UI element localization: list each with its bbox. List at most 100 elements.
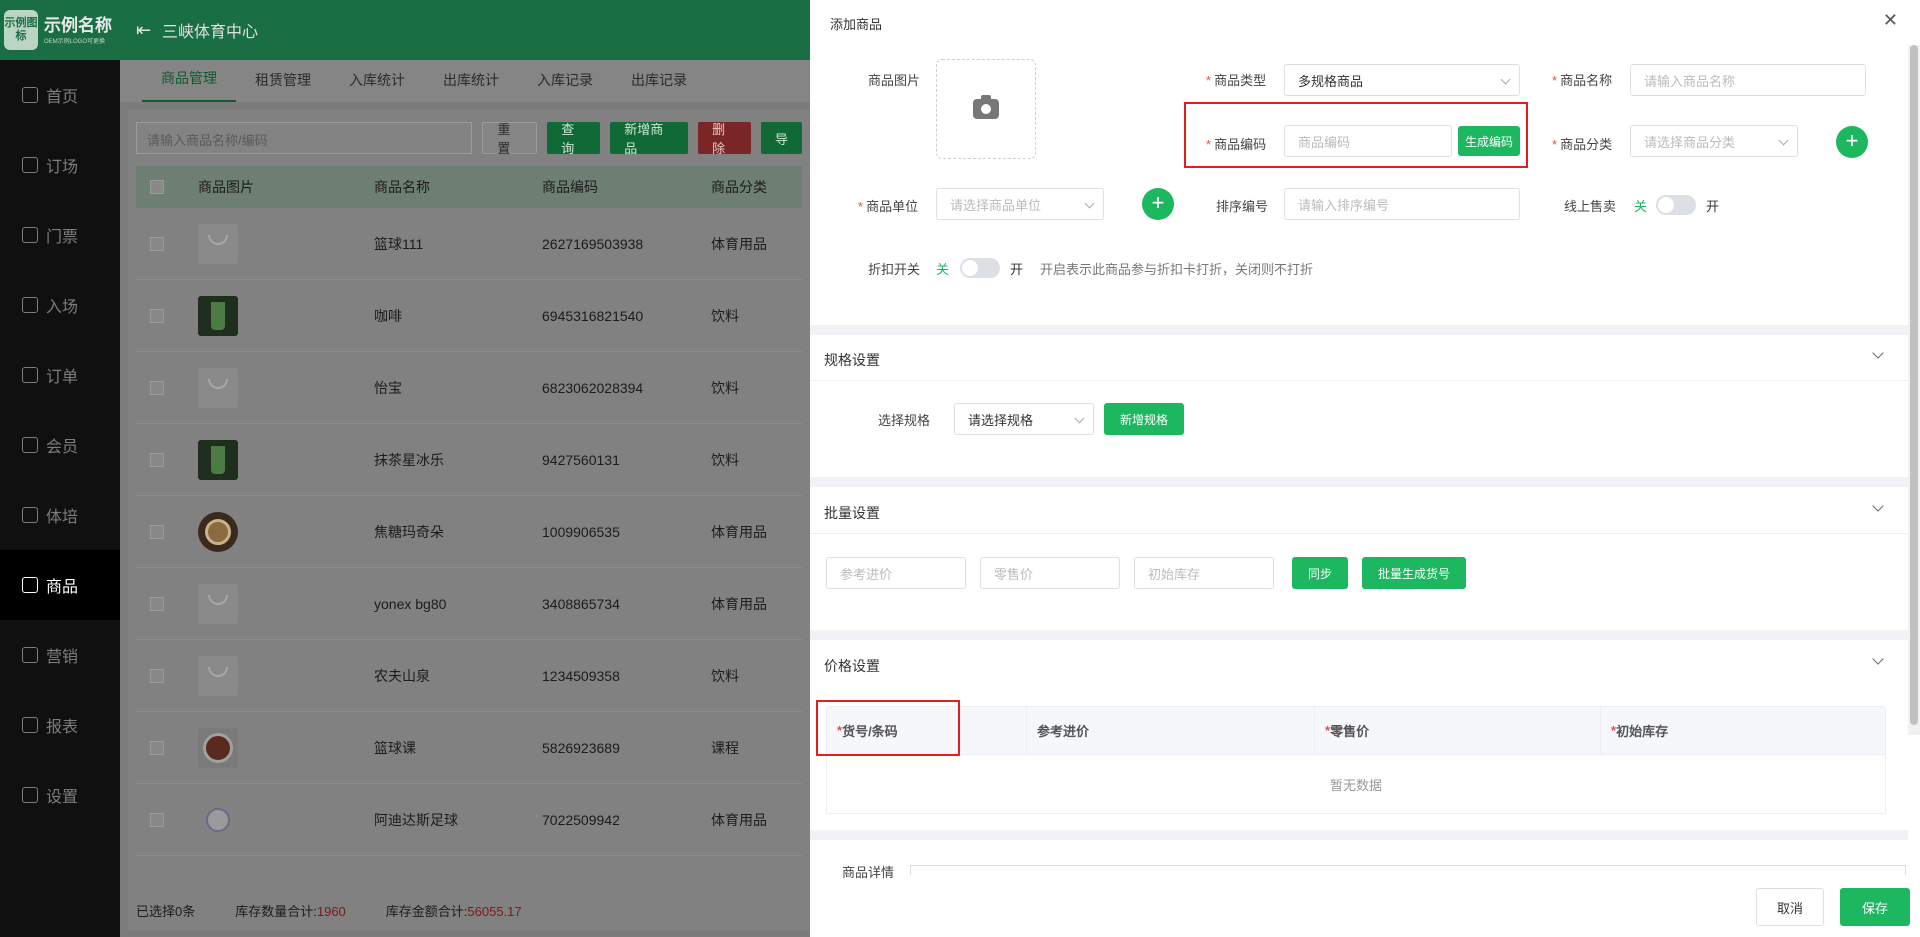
sidebar-item[interactable]: 报表 <box>0 690 120 760</box>
row-checkbox[interactable] <box>150 452 164 467</box>
sidebar-item[interactable]: 体培 <box>0 480 120 550</box>
retail-price-input[interactable]: 零售价 <box>980 557 1120 589</box>
add-category-icon[interactable]: + <box>1836 126 1868 158</box>
tab[interactable]: 入库记录 <box>518 70 612 102</box>
spec-select[interactable]: 请选择规格 <box>954 403 1094 435</box>
row-checkbox[interactable] <box>150 812 164 827</box>
sidebar-item[interactable]: 入场 <box>0 270 120 340</box>
table-row[interactable]: 篮球111 2627169503938 体育用品 <box>136 208 802 280</box>
goods-name: 焦糖玛奇朵 <box>374 523 444 540</box>
table-row[interactable]: yonex bg80 3408865734 体育用品 <box>136 568 802 640</box>
chevron-down-icon <box>1084 198 1095 209</box>
sidebar-item-label: 报表 <box>46 719 79 736</box>
online-sale-toggle[interactable] <box>1656 195 1696 215</box>
camera-icon <box>973 95 999 119</box>
table-row[interactable]: 抹茶星冰乐 9427560131 饮料 <box>136 424 802 496</box>
collapse-menu-icon[interactable]: ⇤ <box>136 20 158 41</box>
chevron-down-icon <box>1500 74 1511 85</box>
sidebar-item[interactable]: 会员 <box>0 410 120 480</box>
ref-price-input[interactable]: 参考进价 <box>826 557 966 589</box>
table-row[interactable]: 阿迪达斯足球 7022509942 体育用品 <box>136 784 802 856</box>
tab[interactable]: 出库统计 <box>424 70 518 102</box>
chevron-down-icon[interactable] <box>1872 347 1884 359</box>
sort-label: 排序编号 <box>1216 199 1269 214</box>
row-checkbox[interactable] <box>150 380 164 395</box>
sync-button[interactable]: 同步 <box>1292 557 1348 589</box>
query-button[interactable]: 查询 <box>547 122 601 156</box>
init-stock-input[interactable]: 初始库存 <box>1134 557 1274 589</box>
goods-category: 体育用品 <box>711 595 767 612</box>
row-checkbox[interactable] <box>150 668 164 683</box>
sidebar-item[interactable]: 订场 <box>0 130 120 200</box>
add-spec-button[interactable]: 新增规格 <box>1104 403 1184 435</box>
sidebar-item[interactable]: 设置 <box>0 760 120 830</box>
goods-name: 咖啡 <box>374 307 402 324</box>
sidebar-item-label: 门票 <box>46 229 79 246</box>
export-button[interactable]: 导 <box>761 122 803 154</box>
sidebar-item[interactable]: 订单 <box>0 340 120 410</box>
goods-name-input[interactable]: 请输入商品名称 <box>1630 64 1866 96</box>
table-header: 商品图片 商品名称 商品编码 商品分类 <box>136 166 802 208</box>
stock-qty-value: 1960 <box>316 903 346 919</box>
logo-subtitle: OEM示例LOGO可更换 <box>44 38 106 45</box>
goods-code: 9427560131 <box>542 451 620 468</box>
table-row[interactable]: 怡宝 6823062028394 饮料 <box>136 352 802 424</box>
add-goods-button[interactable]: 新增商品 <box>610 122 689 156</box>
chevron-down-icon <box>1074 413 1085 424</box>
goods-code: 6823062028394 <box>542 379 644 396</box>
goods-image <box>198 223 374 264</box>
sidebar-item[interactable]: 首页 <box>0 60 120 130</box>
row-checkbox[interactable] <box>150 740 164 755</box>
add-unit-icon[interactable]: + <box>1142 188 1174 220</box>
table-row[interactable]: 篮球课 5826923689 课程 <box>136 712 802 784</box>
category-select[interactable]: 请选择商品分类 <box>1630 125 1798 157</box>
unit-select[interactable]: 请选择商品单位 <box>936 188 1104 220</box>
cancel-button[interactable]: 取消 <box>1756 888 1824 926</box>
reset-button[interactable]: 重置 <box>482 122 538 156</box>
category-label: 商品分类 <box>1560 137 1613 152</box>
marketing-icon <box>22 647 38 663</box>
tab[interactable]: 入库统计 <box>330 70 424 102</box>
table-row[interactable]: 咖啡 6945316821540 饮料 <box>136 280 802 352</box>
sidebar-item[interactable]: 门票 <box>0 200 120 270</box>
delete-button[interactable]: 删除 <box>698 122 751 156</box>
spec-section-title: 规格设置 <box>824 352 880 368</box>
sort-input[interactable]: 请输入排序编号 <box>1284 188 1520 220</box>
table-row[interactable]: 农夫山泉 1234509358 饮料 <box>136 640 802 712</box>
discount-toggle[interactable] <box>960 258 1000 278</box>
tab[interactable]: 出库记录 <box>612 70 706 102</box>
table-row[interactable]: 焦糖玛奇朵 1009906535 体育用品 <box>136 496 802 568</box>
close-icon[interactable]: ✕ <box>1883 10 1898 31</box>
row-checkbox[interactable] <box>150 596 164 611</box>
price-header-ref: 参考进价 <box>1027 707 1315 755</box>
code-label: 商品编码 <box>1214 137 1267 152</box>
image-upload[interactable] <box>936 59 1036 159</box>
ticket-icon <box>22 227 38 243</box>
batch-generate-button[interactable]: 批量生成货号 <box>1362 557 1466 589</box>
row-checkbox[interactable] <box>150 308 164 323</box>
detail-editor[interactable] <box>910 865 1906 875</box>
goods-code-input[interactable]: 商品编码 <box>1284 125 1452 157</box>
search-input[interactable]: 请输入商品名称/编码 <box>136 122 473 154</box>
goods-category: 体育用品 <box>711 811 767 828</box>
stock-qty-label: 库存数量合计: <box>235 903 317 919</box>
scrollbar[interactable] <box>1908 45 1920 735</box>
generate-code-button[interactable]: 生成编码 <box>1458 126 1520 156</box>
select-all-checkbox[interactable] <box>150 180 164 194</box>
row-checkbox[interactable] <box>150 236 164 251</box>
sidebar-item[interactable]: 商品 <box>0 550 120 620</box>
image-label: 商品图片 <box>868 73 921 88</box>
type-select[interactable]: 多规格商品 <box>1284 64 1520 96</box>
chevron-down-icon <box>1778 135 1789 146</box>
goods-category: 体育用品 <box>711 235 767 252</box>
tab[interactable]: 商品管理 <box>142 68 236 102</box>
header-name: 商品名称 <box>374 179 430 195</box>
row-checkbox[interactable] <box>150 524 164 539</box>
goods-category: 饮料 <box>711 451 739 468</box>
chevron-down-icon[interactable] <box>1872 653 1884 665</box>
chevron-down-icon[interactable] <box>1872 500 1884 512</box>
sidebar-item[interactable]: 营销 <box>0 620 120 690</box>
online-on-label: 开 <box>1706 199 1720 214</box>
save-button[interactable]: 保存 <box>1840 888 1910 926</box>
tab[interactable]: 租赁管理 <box>236 70 330 102</box>
